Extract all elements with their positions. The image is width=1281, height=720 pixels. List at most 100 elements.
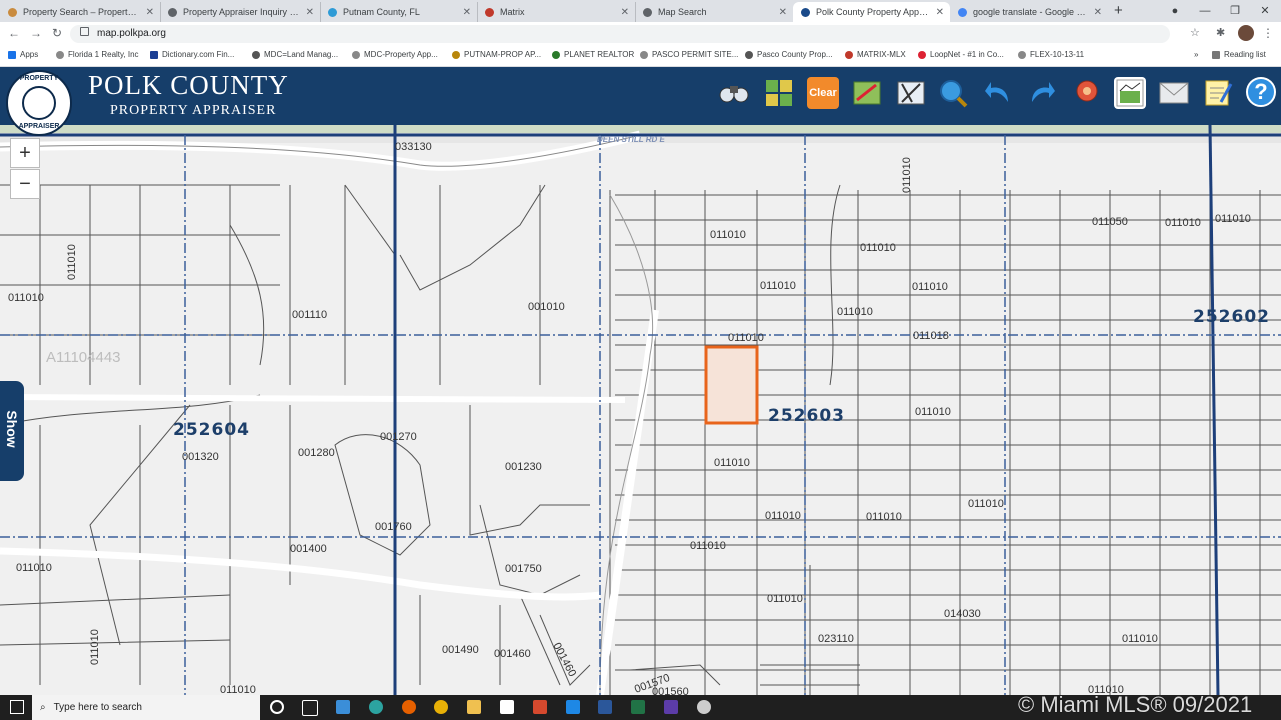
close-icon[interactable]: ✕ <box>936 7 944 18</box>
edge-icon[interactable] <box>369 700 383 714</box>
zoom-in-button[interactable]: + <box>10 138 40 168</box>
cortana-icon[interactable] <box>270 700 284 714</box>
parcel-map[interactable]: 033130 011010 011010 011050 011010 011010 0110… <box>0 125 1281 695</box>
app-icon[interactable] <box>697 700 711 714</box>
bookmark-item[interactable]: Pasco County Prop... <box>745 50 833 59</box>
undo-icon[interactable] <box>982 77 1014 109</box>
parcel-number-label: 001560 <box>652 686 689 695</box>
bookmark-item[interactable]: LoopNet - #1 in Co... <box>918 50 1004 59</box>
task-view-icon[interactable] <box>302 700 318 716</box>
browser-tab[interactable]: Matrix ✕ <box>477 2 636 22</box>
extensions-icon[interactable]: ✱ <box>1216 26 1225 39</box>
bookmark-item[interactable]: PLANET REALTOR <box>552 50 634 59</box>
bookmark-item[interactable]: MDC-Property App... <box>352 50 438 59</box>
binoculars-icon[interactable] <box>718 77 750 109</box>
bookmark-item[interactable]: MDC=Land Manag... <box>252 50 338 59</box>
pin-icon[interactable] <box>1071 77 1103 109</box>
search-globe-icon[interactable] <box>937 77 969 109</box>
bookmark-item[interactable]: Dictionary.com Fin... <box>150 50 234 59</box>
loopnet-icon <box>918 50 926 59</box>
close-window-icon[interactable]: ✕ <box>1250 0 1280 22</box>
new-tab-button[interactable]: + <box>1114 2 1123 19</box>
app-icon[interactable] <box>566 700 580 714</box>
bookmark-item[interactable]: PASCO PERMIT SITE... <box>640 50 738 59</box>
parcel-boundary <box>229 224 265 366</box>
parcel-number-label: 001760 <box>375 521 412 533</box>
map-canvas[interactable]: 033130 011010 011010 011050 011010 011010 0110… <box>0 125 1281 695</box>
zoom-out-button[interactable]: − <box>10 169 40 199</box>
matrix-icon <box>845 50 853 59</box>
mail-icon[interactable] <box>1158 77 1190 109</box>
section-line <box>1208 125 1220 695</box>
close-icon[interactable]: ✕ <box>779 7 787 18</box>
outlook-icon[interactable] <box>336 700 350 714</box>
help-icon[interactable]: ? <box>1246 77 1276 107</box>
bookmark-label: Dictionary.com Fin... <box>162 50 235 59</box>
forward-icon[interactable]: → <box>30 26 42 40</box>
excel-icon[interactable] <box>631 700 645 714</box>
draw-icon[interactable] <box>895 77 927 109</box>
parcel-labels: 033130 011010 011010 011050 011010 011010 0110… <box>8 141 1251 695</box>
bookmark-label: LoopNet - #1 in Co... <box>930 50 1004 59</box>
dictionary-icon <box>150 50 158 59</box>
parcel-boundary <box>0 594 231 646</box>
profile-icon[interactable]: ● <box>1160 0 1190 22</box>
bookmarks-bar: Apps Florida 1 Realty, Inc Dictionary.co… <box>0 46 1281 67</box>
globe-icon <box>745 50 753 59</box>
reload-icon[interactable]: ↻ <box>52 26 62 40</box>
bookmark-label: MDC=Land Manag... <box>264 50 339 59</box>
bookmark-item[interactable]: Apps <box>8 50 38 59</box>
taskbar-search-box[interactable]: ⌕ Type here to search <box>32 695 260 720</box>
notes-icon[interactable] <box>1202 77 1234 109</box>
more-bookmarks-icon[interactable]: » <box>1194 50 1198 59</box>
close-icon[interactable]: ✕ <box>621 7 629 18</box>
maximize-icon[interactable]: ❐ <box>1220 0 1250 22</box>
browser-tab[interactable]: Putnam County, FL ✕ <box>320 2 478 22</box>
reading-list-button[interactable]: Reading list <box>1212 50 1266 59</box>
browser-tab-active[interactable]: Polk County Property Appraiser ✕ <box>793 2 950 22</box>
browser-tab[interactable]: google translate - Google Searc ✕ <box>950 2 1108 22</box>
browser-tab[interactable]: Map Search ✕ <box>635 2 793 22</box>
close-icon[interactable]: ✕ <box>463 7 471 18</box>
clear-button[interactable]: Clear <box>807 77 839 109</box>
avatar[interactable] <box>1238 25 1254 41</box>
chart-icon[interactable] <box>1114 77 1146 109</box>
firefox-icon[interactable] <box>402 700 416 714</box>
parcel-number-label: 011010 <box>765 510 801 522</box>
word-icon[interactable] <box>598 700 612 714</box>
section-number-label: 252603 <box>768 406 845 426</box>
parcel-number-label: 011010 <box>690 540 726 552</box>
app-icon[interactable] <box>664 700 678 714</box>
browser-tab[interactable]: Property Appraiser Inquiry - Put ✕ <box>160 2 321 22</box>
close-icon[interactable]: ✕ <box>306 7 314 18</box>
measure-icon[interactable] <box>851 77 883 109</box>
parcel-number-label: 011010 <box>767 593 803 605</box>
parcel-boundary <box>519 594 561 686</box>
close-icon[interactable]: ✕ <box>146 7 154 18</box>
store-icon[interactable] <box>500 700 514 714</box>
app-icon[interactable] <box>533 700 547 714</box>
back-icon[interactable]: ← <box>8 26 20 40</box>
bookmark-item[interactable]: Florida 1 Realty, Inc <box>56 50 139 59</box>
windows-start-icon[interactable] <box>10 700 24 714</box>
star-icon[interactable]: ☆ <box>1190 26 1200 39</box>
selected-parcel[interactable] <box>704 345 759 425</box>
close-icon[interactable]: ✕ <box>1094 7 1102 18</box>
layers-icon[interactable] <box>763 77 795 109</box>
bookmark-item[interactable]: PUTNAM-PROP AP... <box>452 50 541 59</box>
show-panel-tab[interactable]: Show <box>0 381 24 481</box>
browser-tab[interactable]: Property Search – Property Appr ✕ <box>0 2 161 22</box>
bookmark-item[interactable]: MATRIX-MLX <box>845 50 906 59</box>
bookmark-item[interactable]: FLEX-10-13-11 <box>1018 50 1084 59</box>
redo-icon[interactable] <box>1026 77 1058 109</box>
tab-favicon-icon <box>8 7 17 17</box>
parcel-number-label: 011010 <box>728 332 764 344</box>
bookmark-label: MATRIX-MLX <box>857 50 906 59</box>
parcel-boundary <box>399 184 546 291</box>
minimize-icon[interactable]: — <box>1190 0 1220 22</box>
menu-icon[interactable]: ⋮ <box>1262 26 1274 40</box>
chrome-icon[interactable] <box>434 700 448 714</box>
search-icon: ⌕ <box>40 702 46 713</box>
url-field[interactable]: map.polkpa.org <box>70 25 1170 43</box>
file-explorer-icon[interactable] <box>467 700 481 714</box>
